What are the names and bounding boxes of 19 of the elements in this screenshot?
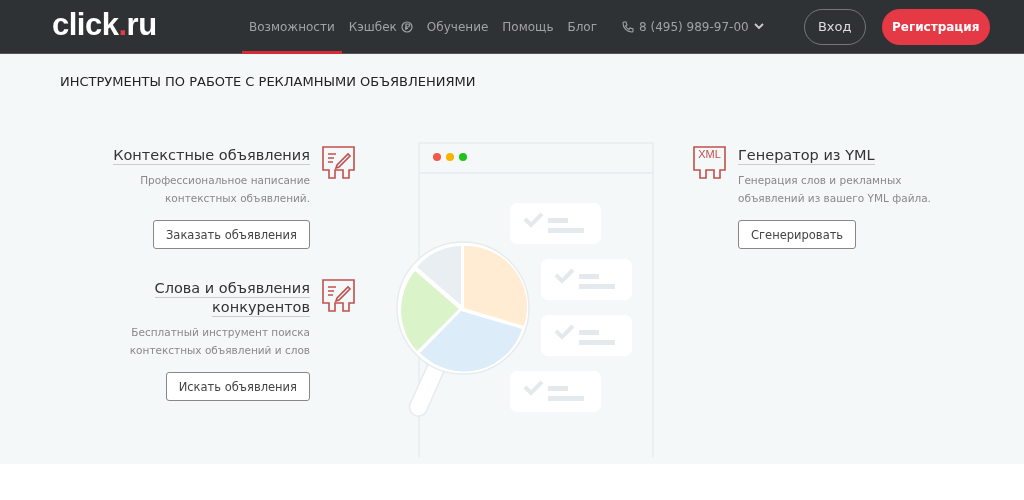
tool-button[interactable]: Заказать объявления (153, 220, 310, 249)
tool-title[interactable]: Контекстные объявления (113, 146, 310, 165)
tool-title[interactable]: Генератор из YML (738, 146, 875, 165)
register-button[interactable]: Регистрация (881, 8, 990, 45)
tool-title[interactable]: конкурентов (212, 298, 310, 317)
icon-label: XML (697, 148, 722, 160)
nav-link[interactable]: Блог (560, 0, 604, 54)
nav-link[interactable]: Помощь (495, 0, 561, 54)
tool-title[interactable]: Слова и объявления (154, 279, 310, 298)
tool-button[interactable]: Сгенерировать (738, 220, 857, 249)
tool-button[interactable]: Искать объявления (165, 372, 310, 401)
tool-description: Генерация слов и рекламных объявлений из вашего YML файла. (738, 173, 931, 206)
nav-link[interactable]: Обучение (419, 0, 496, 54)
section-title: ИНСТРУМЕНТЫ ПО РАБОТЕ С РЕКЛАМНЫМИ ОБЪЯВЛЕНИЯМИ (60, 74, 477, 89)
phone-number[interactable]: 8 (495) 989-97-00 (639, 19, 749, 34)
logo[interactable]: click.ru (52, 6, 202, 43)
tool-description: Бесплатный инструмент поиска контекстных объявлений и слов (129, 325, 310, 358)
tool-description: Профессиональное написание контекстных объявлений. (140, 173, 310, 206)
nav-link[interactable]: Кэшбек (341, 0, 420, 54)
